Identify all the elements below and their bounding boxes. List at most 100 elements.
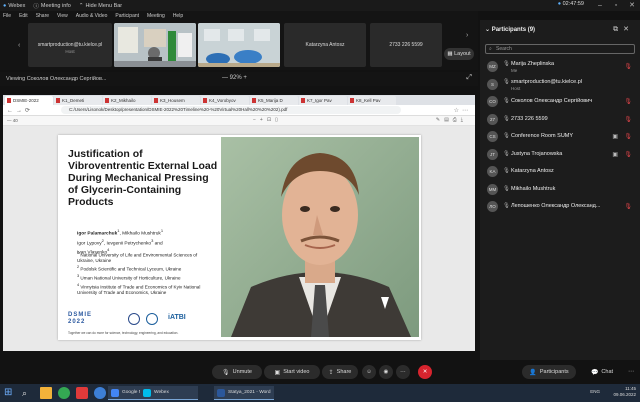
browser-tab[interactable]: K1_Demeti bbox=[54, 96, 102, 105]
menu-file[interactable]: File bbox=[3, 13, 11, 19]
acrobat-icon[interactable] bbox=[76, 387, 88, 399]
record-button[interactable]: ◉ bbox=[379, 365, 393, 379]
mic-muted-icon[interactable]: 🎙 bbox=[624, 203, 632, 210]
url-field[interactable]: C:/Users/Lisonok/Desktop/presentation/DS… bbox=[61, 106, 401, 114]
taskbar-app-word[interactable]: Statya_2021 - Word bbox=[214, 386, 274, 400]
pdf-icon bbox=[252, 98, 256, 103]
windows-taskbar: ⊞ ⌕ Google Переводч... Webex Statya_2021… bbox=[0, 384, 640, 402]
hide-menu-bar-button[interactable]: ⌃ Hide Menu Bar bbox=[79, 3, 122, 9]
viewing-bar: Viewing Соколов Олександр Сергійов... — … bbox=[0, 72, 478, 86]
mic-muted-icon[interactable]: 🎙 bbox=[624, 133, 632, 140]
mic-muted-icon[interactable]: 🎙 bbox=[624, 151, 632, 158]
affiliation-2: 2 Podolsk Scientific and Technical Lyceu… bbox=[77, 265, 212, 272]
portrait-image bbox=[221, 137, 419, 337]
close-icon[interactable]: ✕ bbox=[623, 26, 634, 33]
pdf-actions[interactable]: ✎▤⎙⤓ bbox=[436, 117, 467, 123]
panel-header-actions[interactable]: ⧉✕ bbox=[613, 25, 634, 34]
affiliation-1: 1 National University of Life and Enviro… bbox=[77, 251, 212, 263]
dsmie-logo: DSMIE 2022 bbox=[68, 312, 92, 326]
participant-row[interactable]: ЛО 🎙 Лепошенко Олександр Олександ... 🎙 bbox=[480, 198, 640, 216]
participant-row[interactable]: 27 🎙 2733 226 5599 🎙 bbox=[480, 111, 640, 129]
menu-view[interactable]: View bbox=[57, 13, 68, 19]
start-video-button[interactable]: ▣ Start video bbox=[264, 365, 320, 379]
maximize-icon[interactable]: ▫ bbox=[608, 1, 624, 10]
edge-icon[interactable] bbox=[94, 387, 106, 399]
pdf-icon bbox=[154, 98, 158, 103]
aff-text: Podolsk Scientific and Technical Lyceum,… bbox=[80, 266, 182, 272]
avatar: СО bbox=[487, 96, 498, 107]
chat-button[interactable]: 💬 Chat bbox=[582, 365, 622, 379]
meeting-info-button[interactable]: ⓘ Meeting info bbox=[33, 2, 70, 10]
participant-row[interactable]: KA 🎙 Katarzyna Antosz bbox=[480, 163, 640, 181]
mic-muted-icon[interactable]: 🎙 bbox=[624, 63, 632, 70]
browser-tab[interactable]: K5_Marija D bbox=[250, 96, 298, 105]
browser-tab[interactable]: K8_Kell Pav bbox=[348, 96, 396, 105]
menu-bar: File Edit Share View Audio & Video Parti… bbox=[0, 11, 478, 20]
unmute-button[interactable]: 🎙 Unmute bbox=[212, 365, 262, 379]
popout-icon[interactable]: ⧉ bbox=[613, 26, 623, 33]
panel-header[interactable]: ⌄ Participants (9) bbox=[485, 26, 535, 33]
video-tile-room[interactable] bbox=[114, 23, 196, 67]
reactions-button[interactable]: ☺ bbox=[362, 365, 376, 379]
browser-tab[interactable]: K7_Igor Pav bbox=[299, 96, 347, 105]
menu-meeting[interactable]: Meeting bbox=[147, 13, 165, 19]
chrome-icon[interactable] bbox=[58, 387, 70, 399]
browser-tab[interactable]: K2_Mikhailo bbox=[103, 96, 151, 105]
participant-row[interactable]: CS 🎙 Conference Room SUMY 🎙 ▣ bbox=[480, 128, 640, 146]
menu-participant[interactable]: Participant bbox=[115, 13, 139, 19]
leave-button[interactable]: ✕ bbox=[418, 365, 432, 379]
layout-button[interactable]: ▦ Layout bbox=[444, 48, 474, 60]
system-clock[interactable]: 11:45 09.06.2022 bbox=[613, 386, 636, 398]
menu-share[interactable]: Share bbox=[36, 13, 49, 19]
share-button[interactable]: ⇪ Share bbox=[322, 365, 358, 379]
browser-actions[interactable]: ☆⋯ bbox=[454, 107, 471, 114]
keyboard-language[interactable]: ENG bbox=[590, 389, 600, 394]
browser-tab[interactable]: K3_Housem bbox=[152, 96, 200, 105]
participant-row[interactable]: СО 🎙 Соколов Олександр Сергійович 🎙 bbox=[480, 93, 640, 111]
participant-search-input[interactable]: ⌕ Search bbox=[485, 44, 635, 54]
pdf-icon bbox=[301, 98, 305, 103]
affiliation-4: 4 Vinnytsia Institute of Trade and Econo… bbox=[77, 283, 212, 295]
slide-title: Justification of Vibroventrentic Externa… bbox=[68, 148, 218, 208]
avatar: MZ bbox=[487, 61, 498, 72]
page-number[interactable]: — 40 bbox=[7, 118, 18, 123]
video-tile-katarzyna[interactable]: Katarzyna Antosz bbox=[284, 23, 366, 67]
university-seal-icon bbox=[128, 313, 140, 325]
close-icon[interactable]: ✕ bbox=[624, 1, 640, 10]
minimize-icon[interactable]: – bbox=[592, 1, 608, 10]
more-button[interactable]: ⋯ bbox=[396, 365, 410, 379]
participants-button[interactable]: 👤 Participants bbox=[522, 365, 576, 379]
expand-icon[interactable]: ⤢ bbox=[466, 74, 472, 82]
mic-muted-icon[interactable]: 🎙 bbox=[624, 116, 632, 123]
avatar: JT bbox=[487, 148, 498, 160]
menu-audio-video[interactable]: Audio & Video bbox=[76, 13, 108, 19]
emoji-icon: ☺ bbox=[366, 369, 372, 375]
aff-sup: 4 bbox=[77, 283, 80, 287]
zoom-control[interactable]: — 92% + bbox=[222, 75, 247, 81]
video-tile-phone[interactable]: 2733 226 5599 bbox=[370, 23, 442, 67]
participant-row[interactable]: MZ 🎙 Marija Zheplinska Me 🎙 bbox=[480, 58, 640, 76]
participant-row[interactable]: S 🎙 smartproduction@tu.kielce.pl Host bbox=[480, 76, 640, 94]
video-tile-host[interactable]: smartproduction@tu.kielce.pl Host bbox=[28, 23, 112, 67]
browser-tab[interactable]: DSMIE-2022 bbox=[5, 96, 53, 105]
file-explorer-icon[interactable] bbox=[40, 387, 52, 399]
info-icon: ⓘ bbox=[33, 3, 39, 10]
search-icon[interactable]: ⌕ bbox=[22, 387, 34, 399]
pdf-zoom-tools[interactable]: −+⊡▯ bbox=[253, 117, 282, 123]
taskbar-app-webex[interactable]: Webex bbox=[140, 386, 198, 400]
browser-tab[interactable]: K4_Vorobyov bbox=[201, 96, 249, 105]
menu-edit[interactable]: Edit bbox=[19, 13, 28, 19]
video-tile-classroom[interactable] bbox=[198, 23, 280, 67]
more-panels-icon[interactable]: ⋯ bbox=[628, 368, 634, 375]
nav-buttons[interactable]: ←→⟳ bbox=[7, 107, 33, 114]
strip-next-icon[interactable]: › bbox=[466, 32, 468, 39]
mic-muted-icon[interactable]: 🎙 bbox=[624, 98, 632, 105]
menu-help[interactable]: Help bbox=[173, 13, 183, 19]
windows-start-icon[interactable]: ⊞ bbox=[4, 387, 16, 399]
viewing-label: Viewing Соколов Олександр Сергійов... bbox=[6, 76, 107, 82]
author-name: Igor Lypovy bbox=[77, 241, 102, 247]
strip-prev-icon[interactable]: ‹ bbox=[18, 42, 20, 49]
participant-row[interactable]: MM 🎙 Mikhailo Mushtruk bbox=[480, 181, 640, 199]
participant-row[interactable]: JT 🎙 Justyna Trojanowska 🎙 ▣ bbox=[480, 146, 640, 164]
camera-icon: ▣ bbox=[612, 151, 618, 158]
